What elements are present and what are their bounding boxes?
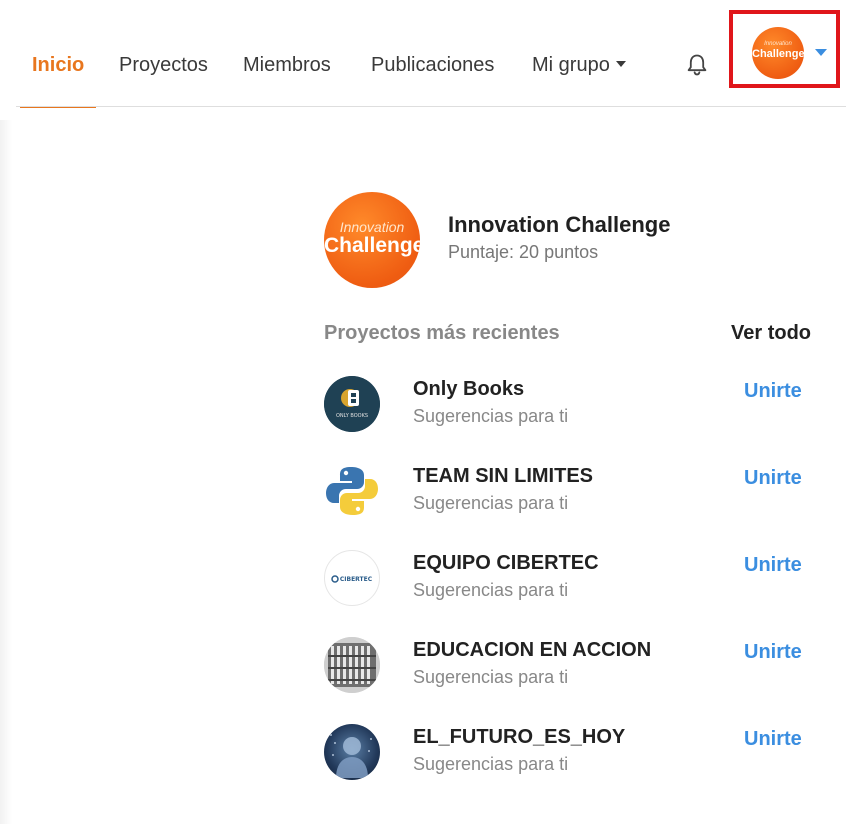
svg-text:ONLY BOOKS: ONLY BOOKS xyxy=(336,413,368,419)
group-summary: Innovation Challenge Innovation Challeng… xyxy=(324,190,824,288)
group-name: Innovation Challenge xyxy=(448,212,671,237)
project-subtitle: Sugerencias para ti xyxy=(413,406,569,426)
join-button[interactable]: Unirte xyxy=(744,641,802,664)
nav-item-label: Publicaciones xyxy=(371,54,495,76)
list-item: TEAM SIN LIMITES Sugerencias para ti Uni… xyxy=(324,459,824,529)
python-logo-icon xyxy=(324,463,380,519)
nav-item-proyectos[interactable]: Proyectos xyxy=(119,52,208,78)
only-books-logo-icon: ONLY BOOKS xyxy=(324,376,380,432)
nav-item-label: Mi grupo xyxy=(532,54,610,76)
profile-menu-toggle[interactable]: Innovation Challenge xyxy=(729,10,840,88)
list-item: CIBERTEC EQUIPO CIBERTEC Sugerencias par… xyxy=(324,546,824,616)
join-button[interactable]: Unirte xyxy=(744,380,802,403)
join-button[interactable]: Unirte xyxy=(744,554,802,577)
nav-item-label: Proyectos xyxy=(119,54,208,76)
project-subtitle: Sugerencias para ti xyxy=(413,493,569,513)
nav-item-miembros[interactable]: Miembros xyxy=(243,52,331,78)
project-name: EQUIPO CIBERTEC xyxy=(413,552,599,574)
nav-item-publicaciones[interactable]: Publicaciones xyxy=(371,52,494,78)
nav-item-inicio[interactable]: Inicio xyxy=(19,52,97,108)
caret-down-icon xyxy=(615,60,626,67)
page-left-edge xyxy=(0,120,12,824)
see-all-link[interactable]: Ver todo xyxy=(731,322,811,345)
building-photo-icon xyxy=(324,637,380,693)
logo-text-top: Innovation xyxy=(764,41,792,47)
project-subtitle: Sugerencias para ti xyxy=(413,754,569,774)
project-name: EDUCACION EN ACCION xyxy=(413,639,652,661)
top-navbar: Inicio Proyectos Miembros Publicaciones … xyxy=(16,10,846,108)
nav-item-label: Inicio xyxy=(32,54,85,76)
project-name: TEAM SIN LIMITES xyxy=(413,465,593,487)
project-subtitle: Sugerencias para ti xyxy=(413,580,569,600)
nav-item-label: Miembros xyxy=(243,54,331,76)
logo-text-main: Challenge xyxy=(752,48,804,60)
bell-icon[interactable] xyxy=(684,52,710,78)
cibertec-logo-icon: CIBERTEC xyxy=(324,550,380,606)
navbar-divider xyxy=(16,106,846,107)
person-photo-icon xyxy=(324,724,380,780)
list-item: EL_FUTURO_ES_HOY Sugerencias para ti Uni… xyxy=(324,720,824,790)
nav-item-mi-grupo[interactable]: Mi grupo xyxy=(532,52,626,78)
join-button[interactable]: Unirte xyxy=(744,728,802,751)
recent-projects-title: Proyectos más recientes xyxy=(324,322,560,344)
join-button[interactable]: Unirte xyxy=(744,467,802,490)
project-name: EL_FUTURO_ES_HOY xyxy=(413,726,626,748)
list-item: EDUCACION EN ACCION Sugerencias para ti … xyxy=(324,633,824,703)
chevron-down-icon[interactable] xyxy=(815,49,827,56)
group-score: Puntaje: 20 puntos xyxy=(448,242,599,262)
project-name: Only Books xyxy=(413,378,525,400)
project-subtitle: Sugerencias para ti xyxy=(413,667,569,687)
group-avatar: Innovation Challenge xyxy=(324,192,420,288)
logo-text-top: Innovation xyxy=(339,219,405,235)
svg-text:CIBERTEC: CIBERTEC xyxy=(340,576,373,583)
user-avatar: Innovation Challenge xyxy=(752,27,804,79)
logo-text-main: Challenge xyxy=(324,234,420,257)
list-item: ONLY BOOKS Only Books Sugerencias para t… xyxy=(324,372,824,442)
